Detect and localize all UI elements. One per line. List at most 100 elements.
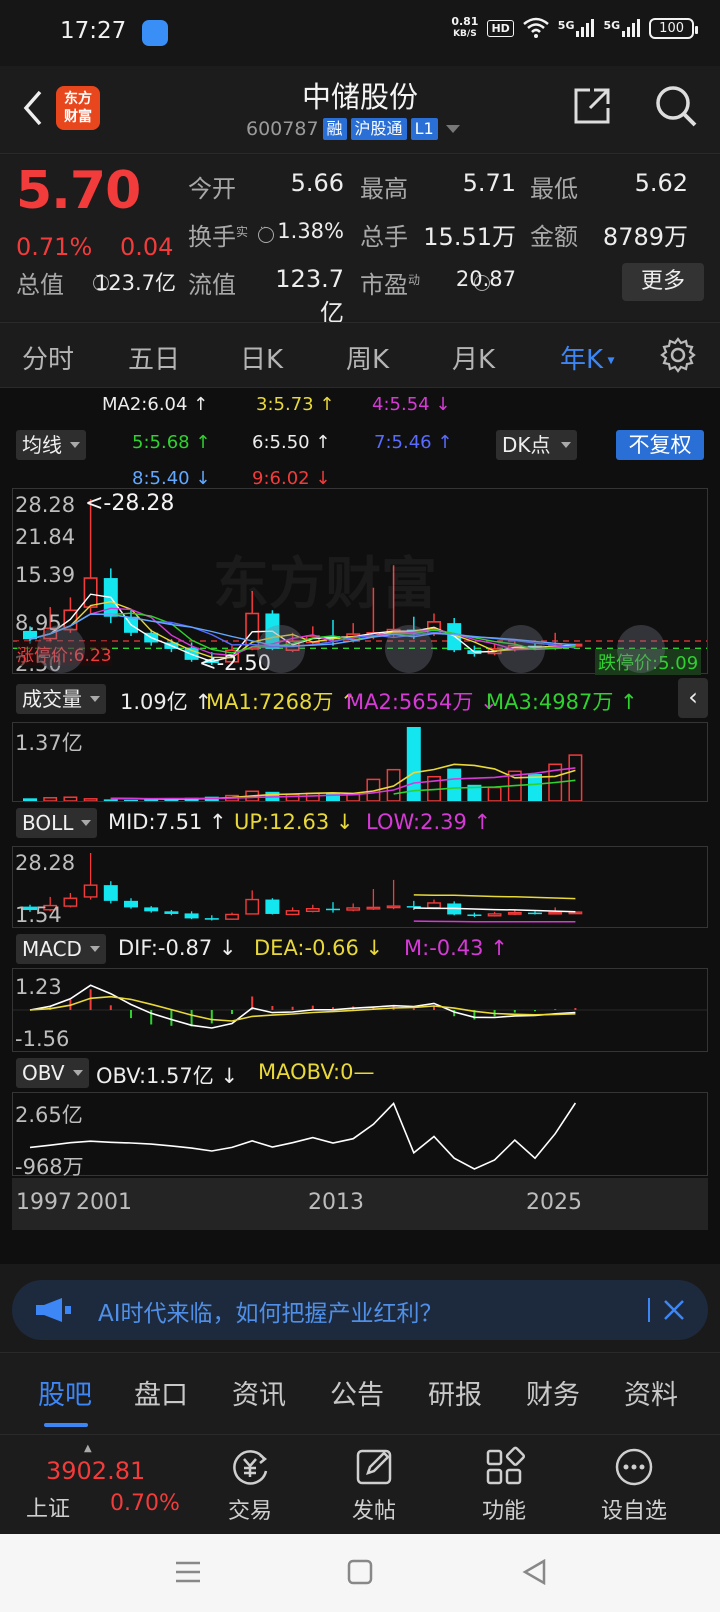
volume-ma1: MA1:7268万 ↑ [206,690,358,714]
index-value: 3902.81 [46,1457,146,1485]
close-icon[interactable] [662,1298,686,1322]
functions-button[interactable]: 功能 [454,1445,554,1525]
turnover-label[interactable]: 换手实 [188,217,248,252]
share-icon[interactable] [572,86,612,126]
ma7-legend: 7:5.46 ↑ [374,432,453,453]
price-panel[interactable]: 东方财富 28.28 21.84 15.39 8.95 2.50 <-28.28… [12,488,708,676]
amount-value: 8789万 [602,223,688,251]
tab-monthly-k[interactable]: 月K [452,339,495,376]
float-cap-value: 123.7亿 [275,265,344,327]
home-icon[interactable] [346,1558,374,1586]
wifi-icon [522,17,549,38]
stock-code: 600787 [246,118,319,140]
macd-axis-min: -1.56 [15,1027,70,1051]
volume-panel[interactable]: 1.37亿 [12,722,708,802]
boll-candle-body [305,908,320,913]
status-bar: 17:27 0.81 KB/S HD 5G 5G 100 [0,0,720,66]
period-tabs: 分时 五日 日K 周K 月K 年K ▾ [0,322,720,388]
macd-m: M:-0.43 ↑ [404,936,508,960]
tab-daily-k[interactable]: 日K [240,339,283,376]
ma3-legend: 3:5.73 ↑ [256,394,335,415]
obv-chart[interactable] [13,1093,707,1175]
price-axis-label: 15.39 [15,563,76,587]
volume-ma2: MA2:5654万 ↓ [346,690,498,714]
amount-label: 金额 [530,223,578,251]
scroll-right-button[interactable] [497,625,545,673]
collapse-panel-button[interactable]: ‹ [678,678,708,718]
volume-ma-line [110,763,576,801]
tab-weekly-k[interactable]: 周K [346,339,389,376]
index-percent: 0.70% [110,1491,180,1516]
macd-indicator-selector[interactable]: MACD [16,934,106,964]
signal-1-icon: 5G [558,19,595,37]
x-axis-label: 2001 [76,1190,132,1215]
boll-indicator-selector[interactable]: BOLL [16,808,98,838]
volume-chart[interactable] [13,723,707,801]
boll-panel[interactable]: 28.28 1.54 [12,846,708,928]
ma4-legend: 4:5.54 ↓ [372,394,451,415]
ma-selector[interactable]: 均线 [16,430,86,460]
tab-research[interactable]: 研报 [428,1373,482,1412]
zoom-out-button[interactable] [257,625,305,673]
gear-icon[interactable] [660,337,696,373]
macd-dea: DEA:-0.66 ↓ [254,936,384,960]
menu-icon[interactable] [174,1558,202,1586]
ai-promo-banner[interactable]: AI时代来临，如何把握产业红利？ [12,1280,708,1340]
fullscreen-button[interactable] [617,625,665,673]
scroll-left-far-button[interactable] [37,625,85,673]
tab-intraday[interactable]: 分时 [22,339,74,376]
ma6-legend: 6:5.50 ↑ [252,432,331,453]
low-label: 最低 [530,175,578,203]
tab-announcements[interactable]: 公告 [330,1373,384,1412]
price-axis-label: 28.28 [15,493,76,517]
battery-icon: 100 [649,17,698,39]
unadjusted-button[interactable]: 不复权 [616,430,704,460]
boll-candle-body [568,911,583,915]
stock-code-row[interactable]: 600787 融 沪股通 L1 [246,118,460,140]
tab-guba[interactable]: 股吧 [38,1373,92,1412]
add-watchlist-button[interactable]: 设自选 [584,1445,684,1525]
tab-finance[interactable]: 财务 [526,1373,580,1412]
volume-label: 总手 [360,223,408,251]
boll-low: LOW:2.39 ↑ [366,810,492,834]
change-amount: 0.04 [120,233,174,261]
tab-profile[interactable]: 资料 [624,1373,678,1412]
scroll-left-button[interactable] [385,625,433,673]
obv-value: OBV:1.57亿 ↓ [96,1064,239,1088]
boll-up: UP:12.63 ↓ [234,810,354,834]
boll-candle-body [164,911,179,914]
dk-point-selector[interactable]: DK点 [496,430,577,460]
volume-bar [285,793,300,801]
tab-pankou[interactable]: 盘口 [134,1373,188,1412]
boll-candle-body [467,914,482,917]
ai-banner-text: AI时代来临，如何把握产业红利？ [98,1301,443,1327]
post-button[interactable]: 发帖 [324,1445,424,1525]
boll-chart[interactable] [13,847,707,927]
pe-label[interactable]: 市盈动 [360,265,420,300]
boll-mid: MID:7.51 ↑ [108,810,227,834]
index-ticker[interactable]: ▲ 3902.81 上证 0.70% [24,1443,184,1527]
boll-candle-body [285,910,300,916]
boll-candle-body [265,899,280,914]
tab-five-day[interactable]: 五日 [128,339,180,376]
obv-panel[interactable]: 2.65亿 -968万 [12,1092,708,1179]
tab-yearly-k[interactable]: 年K ▾ [560,339,615,376]
more-button[interactable]: 更多 [622,263,704,301]
trade-button[interactable]: 交易 [200,1445,300,1525]
macd-chart[interactable] [13,969,707,1051]
hd-icon: HD [487,19,514,37]
margin-tag: 融 [322,118,347,140]
content-tabs: 股吧 盘口 资讯 公告 研报 财务 资料 [0,1352,720,1434]
tab-news[interactable]: 资讯 [232,1373,286,1412]
macd-panel[interactable]: 1.23 -1.56 [12,968,708,1052]
obv-axis-min: -968万 [15,1155,84,1179]
obv-indicator-selector[interactable]: OBV [16,1058,89,1088]
boll-candle-body [427,902,441,909]
back-triangle-icon[interactable] [520,1558,548,1586]
volume-indicator-selector[interactable]: 成交量 [16,684,106,714]
macd-axis-max: 1.23 [15,975,62,999]
time-axis: 1997 2001 2013 2025 [12,1178,708,1230]
status-time: 17:27 [60,18,127,44]
hgt-tag: 沪股通 [350,118,407,140]
search-icon[interactable] [654,84,698,128]
